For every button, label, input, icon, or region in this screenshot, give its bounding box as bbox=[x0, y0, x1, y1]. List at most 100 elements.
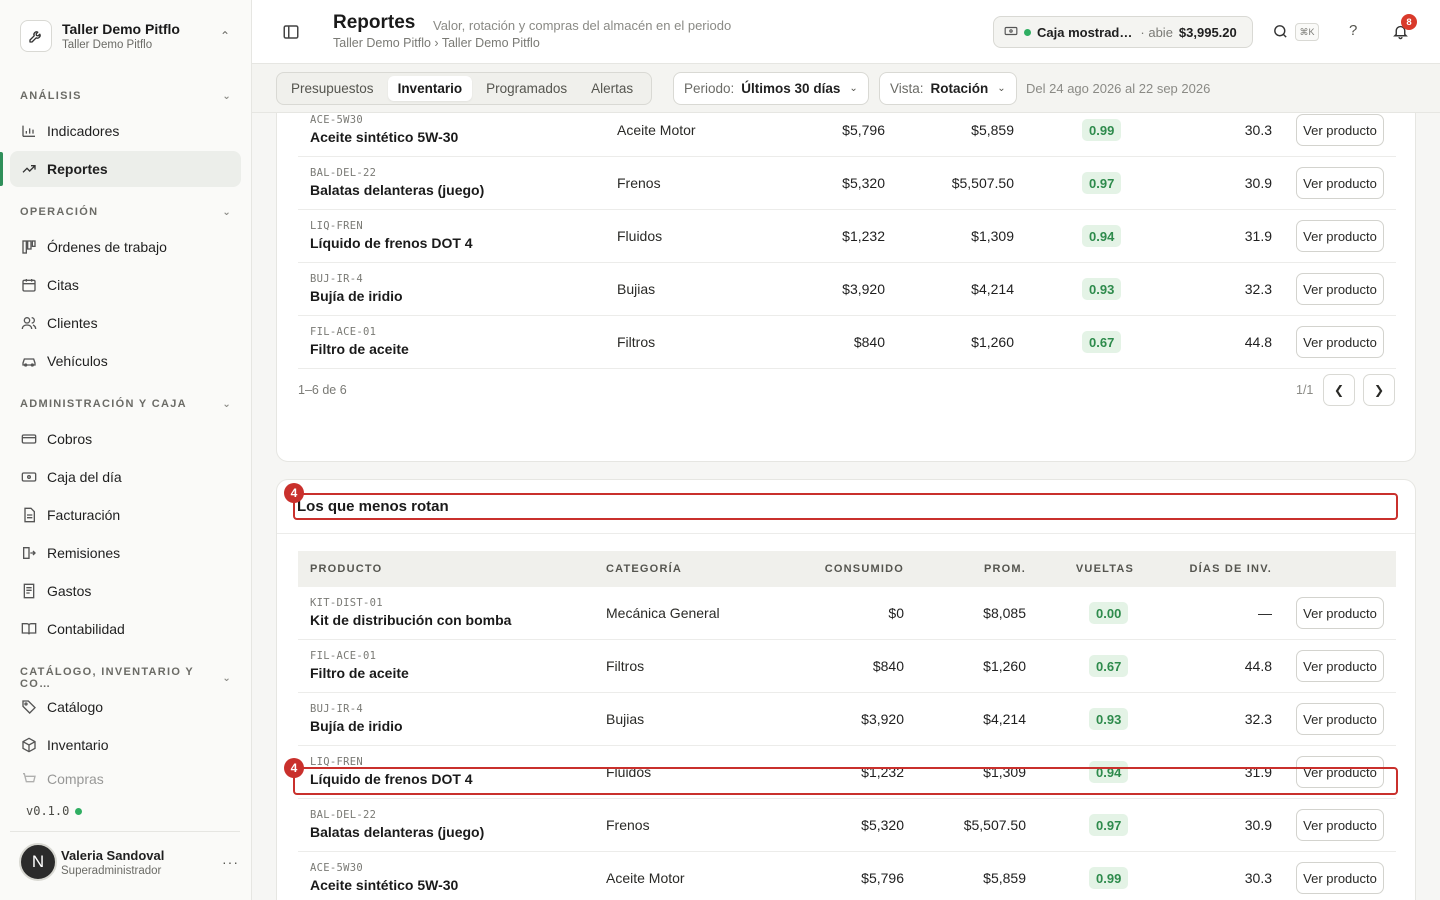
chevron-updown-icon: ⌃ bbox=[219, 29, 230, 43]
user-menu[interactable]: N Valeria Sandoval Superadministrador ··… bbox=[19, 842, 239, 882]
view-product-button[interactable]: Ver producto bbox=[1296, 114, 1384, 146]
view-product-button[interactable]: Ver producto bbox=[1296, 862, 1384, 894]
sidebar-item-citas[interactable]: Citas bbox=[10, 267, 241, 303]
average-value: $1,260 bbox=[971, 334, 1014, 350]
turns-badge: 0.97 bbox=[1089, 814, 1129, 836]
product-category: Aceite Motor bbox=[606, 870, 685, 886]
tab-presupuestos[interactable]: Presupuestos bbox=[281, 76, 384, 101]
app-version: v0.1.0 bbox=[26, 804, 83, 818]
product-category: Filtros bbox=[606, 658, 645, 674]
select-label: Periodo: bbox=[684, 81, 735, 96]
sidebar-item-vehiculos[interactable]: Vehículos bbox=[10, 343, 241, 379]
consumed-value: $3,920 bbox=[842, 281, 885, 297]
table-row: KIT-DIST-01 Kit de distribución con bomba… bbox=[298, 587, 1396, 640]
table-row: BUJ-IR-4 Bujía de iridio Bujias $3,920 $4,21… bbox=[298, 263, 1396, 316]
consumed-value: $840 bbox=[853, 334, 885, 350]
calendar-icon bbox=[20, 276, 38, 294]
table-row: BAL-DEL-22 Balatas delanteras (juego) Fren… bbox=[298, 799, 1396, 852]
product-sku: BAL-DEL-22 bbox=[310, 167, 377, 179]
sidebar-item-label: Caja del día bbox=[47, 469, 122, 485]
view-product-button[interactable]: Ver producto bbox=[1296, 650, 1384, 682]
help-icon[interactable]: ? bbox=[1349, 22, 1357, 39]
sidebar-item-indicadores[interactable]: Indicadores bbox=[10, 113, 241, 149]
view-product-button[interactable]: Ver producto bbox=[1296, 703, 1384, 735]
section-title: OPERACIÓN bbox=[20, 206, 99, 218]
sidebar-item-ordenes[interactable]: Órdenes de trabajo bbox=[10, 229, 241, 265]
top-header: Reportes Valor, rotación y compras del a… bbox=[252, 0, 1440, 64]
divider bbox=[10, 831, 240, 832]
product-sku: KIT-DIST-01 bbox=[310, 597, 383, 609]
tab-inventario[interactable]: Inventario bbox=[387, 76, 473, 101]
col-avg[interactable]: PROM. bbox=[984, 563, 1026, 575]
view-product-button[interactable]: Ver producto bbox=[1296, 326, 1384, 358]
product-sku: BUJ-IR-4 bbox=[310, 273, 363, 285]
document-icon bbox=[20, 506, 38, 524]
search-icon[interactable] bbox=[1272, 23, 1290, 41]
org-switcher[interactable]: Taller Demo Pitflo Taller Demo Pitflo ⌃ bbox=[10, 10, 240, 62]
receipt-icon bbox=[20, 582, 38, 600]
cash-register-button[interactable]: Caja mostrad… · abie $3,995.20 bbox=[993, 16, 1253, 48]
product-name: Kit de distribución con bomba bbox=[310, 612, 512, 628]
col-product[interactable]: PRODUCTO bbox=[310, 563, 382, 575]
user-name: Valeria Sandoval bbox=[61, 847, 165, 863]
table-row: FIL-ACE-01 Filtro de aceite Filtros $840 $1,… bbox=[298, 640, 1396, 693]
sidebar-toggle-icon[interactable] bbox=[282, 23, 300, 41]
col-category[interactable]: CATEGORÍA bbox=[606, 563, 682, 575]
sidebar-item-contabilidad[interactable]: Contabilidad bbox=[10, 611, 241, 647]
sidebar-item-gastos[interactable]: Gastos bbox=[10, 573, 241, 609]
product-sku: FIL-ACE-01 bbox=[310, 326, 377, 338]
register-separator: · bbox=[1140, 24, 1145, 40]
pagination-page: 1/1 bbox=[1296, 383, 1314, 397]
date-range: Del 24 ago 2026 al 22 sep 2026 bbox=[1026, 81, 1211, 96]
section-analisis[interactable]: ANÁLISIS ⌄ bbox=[20, 90, 232, 102]
sidebar-item-clientes[interactable]: Clientes bbox=[10, 305, 241, 341]
more-icon[interactable]: ··· bbox=[222, 854, 239, 870]
tab-alertas[interactable]: Alertas bbox=[581, 76, 643, 101]
sidebar-item-catalogo[interactable]: Catálogo bbox=[10, 689, 241, 725]
average-value: $8,085 bbox=[983, 605, 1026, 621]
sidebar-item-compras[interactable]: Compras bbox=[10, 765, 241, 793]
prev-page-button[interactable]: ❮ bbox=[1323, 374, 1355, 406]
chevron-down-icon: ⌄ bbox=[997, 83, 1006, 94]
days-value: 32.3 bbox=[1244, 711, 1272, 727]
book-icon bbox=[20, 620, 38, 638]
view-product-button[interactable]: Ver producto bbox=[1296, 220, 1384, 252]
view-product-button[interactable]: Ver producto bbox=[1296, 597, 1384, 629]
section-operacion[interactable]: OPERACIÓN ⌄ bbox=[20, 206, 232, 218]
view-product-button[interactable]: Ver producto bbox=[1296, 809, 1384, 841]
sidebar-item-facturacion[interactable]: Facturación bbox=[10, 497, 241, 533]
section-catalogo[interactable]: CATÁLOGO, INVENTARIO Y CO… ⌄ bbox=[20, 666, 232, 690]
turns-badge: 0.99 bbox=[1082, 119, 1122, 141]
version-text: v0.1.0 bbox=[26, 804, 70, 818]
box-icon bbox=[20, 736, 38, 754]
col-days[interactable]: DÍAS DE INV. bbox=[1190, 563, 1272, 575]
product-name: Líquido de frenos DOT 4 bbox=[310, 235, 473, 251]
vista-select[interactable]: Vista: Rotación ⌄ bbox=[879, 72, 1017, 105]
product-category: Fluidos bbox=[617, 228, 663, 244]
breadcrumb[interactable]: Taller Demo Pitflo › Taller Demo Pitflo bbox=[333, 36, 540, 50]
sidebar-item-label: Clientes bbox=[47, 315, 98, 331]
periodo-select[interactable]: Periodo: Últimos 30 días ⌄ bbox=[673, 72, 869, 105]
sidebar-item-inventario[interactable]: Inventario bbox=[10, 727, 241, 763]
col-consumed[interactable]: CONSUMIDO bbox=[825, 563, 904, 575]
cash-icon bbox=[20, 430, 38, 448]
view-product-button[interactable]: Ver producto bbox=[1296, 273, 1384, 305]
col-turns[interactable]: VUELTAS bbox=[1076, 563, 1134, 575]
chevron-right-icon: ❯ bbox=[1373, 383, 1385, 397]
sidebar-item-cobros[interactable]: Cobros bbox=[10, 421, 241, 457]
tab-programados[interactable]: Programados bbox=[476, 76, 577, 101]
view-product-button[interactable]: Ver producto bbox=[1296, 167, 1384, 199]
section-administracion[interactable]: ADMINISTRACIÓN Y CAJA ⌄ bbox=[20, 398, 232, 410]
turns-badge: 0.67 bbox=[1082, 331, 1122, 353]
product-name: Balatas delanteras (juego) bbox=[310, 824, 485, 840]
select-value: Últimos 30 días bbox=[741, 81, 841, 96]
sidebar-item-remisiones[interactable]: Remisiones bbox=[10, 535, 241, 571]
sidebar-item-caja[interactable]: Caja del día bbox=[10, 459, 241, 495]
sidebar-item-reportes[interactable]: Reportes bbox=[10, 151, 241, 187]
shortcut-hint: ⌘K bbox=[1295, 23, 1319, 41]
average-value: $4,214 bbox=[971, 281, 1014, 297]
product-category: Frenos bbox=[606, 817, 650, 833]
next-page-button[interactable]: ❯ bbox=[1363, 374, 1395, 406]
avatar: N bbox=[19, 843, 57, 881]
page-title: Reportes bbox=[333, 12, 416, 33]
